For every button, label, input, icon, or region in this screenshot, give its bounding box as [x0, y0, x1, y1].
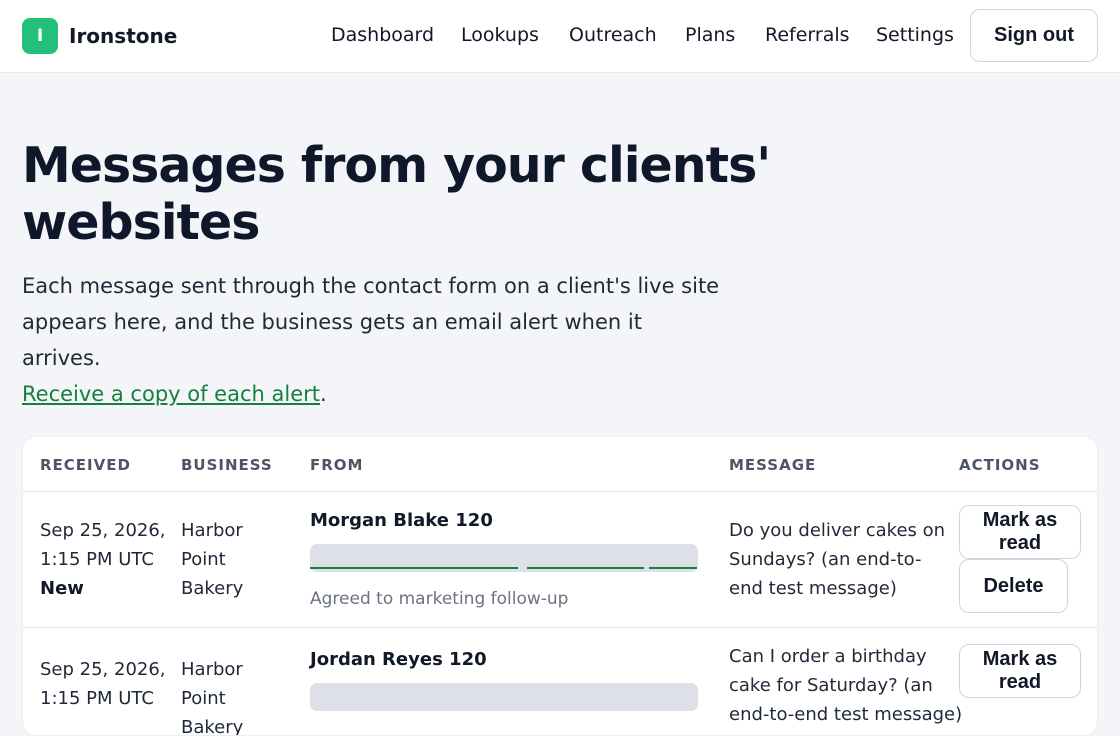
message-cell: Can I order a birthday cake for Saturday…: [729, 642, 962, 729]
nav-plans[interactable]: Plans: [685, 24, 735, 46]
nav-lookups[interactable]: Lookups: [461, 24, 539, 46]
column-header-business: BUSINESS: [181, 456, 273, 474]
row-divider: [23, 627, 1097, 628]
business-name-line: Bakery: [181, 578, 244, 599]
message-line: end-to-end test message): [729, 704, 963, 725]
receive-alert-copy-link[interactable]: Receive a copy of each alert: [22, 382, 320, 406]
sign-out-button[interactable]: Sign out: [970, 9, 1098, 62]
main-nav: Dashboard Lookups Outreach Plans Referra…: [0, 24, 1120, 50]
received-time: 1:15 PM UTC: [40, 688, 154, 709]
business-cell: Harbor Point Bakery: [181, 655, 244, 736]
message-line: end test message): [729, 578, 897, 599]
header-divider: [23, 491, 1097, 492]
received-time: 1:15 PM UTC: [40, 549, 154, 570]
delete-button[interactable]: Delete: [959, 559, 1068, 613]
column-header-received: RECEIVED: [40, 456, 131, 474]
status-badge: New: [40, 578, 84, 599]
received-cell: Sep 25, 2026, 1:15 PM UTC: [40, 655, 166, 713]
message-line: cake for Saturday? (an: [729, 675, 933, 696]
business-cell: Harbor Point Bakery: [181, 516, 243, 603]
sender-name: Jordan Reyes 120: [310, 649, 487, 670]
nav-outreach[interactable]: Outreach: [569, 24, 657, 46]
nav-settings[interactable]: Settings: [876, 24, 954, 46]
nav-dashboard[interactable]: Dashboard: [331, 24, 434, 46]
page-title: Messages from your clients' websites: [22, 137, 771, 251]
consent-note: Agreed to marketing follow-up: [310, 589, 569, 609]
page-intro: Each message sent through the contact fo…: [22, 268, 722, 412]
message-line: Sundays? (an end-to-: [729, 549, 922, 570]
messages-table: RECEIVED BUSINESS FROM MESSAGE ACTIONS S…: [22, 436, 1098, 736]
column-header-from: FROM: [310, 456, 364, 474]
received-date: Sep 25, 2026,: [40, 659, 166, 680]
mark-as-read-button[interactable]: Mark as read: [959, 644, 1081, 698]
sender-name: Morgan Blake 120: [310, 510, 493, 531]
business-name-line: Point: [181, 688, 226, 709]
column-header-actions: ACTIONS: [959, 456, 1041, 474]
received-date: Sep 25, 2026,: [40, 520, 166, 541]
business-name-line: Harbor: [181, 659, 243, 680]
redacted-link-underline: [649, 567, 697, 569]
redacted-link-underline: [310, 567, 518, 569]
top-navigation-bar: I Ironstone Dashboard Lookups Outreach P…: [0, 0, 1120, 73]
message-cell: Do you deliver cakes on Sundays? (an end…: [729, 516, 945, 603]
message-line: Can I order a birthday: [729, 646, 927, 667]
mark-as-read-button[interactable]: Mark as read: [959, 505, 1081, 559]
business-name-line: Point: [181, 549, 226, 570]
intro-text: Each message sent through the contact fo…: [22, 274, 720, 370]
redacted-contact-details: [310, 683, 698, 711]
business-name-line: Harbor: [181, 520, 243, 541]
nav-referrals[interactable]: Referrals: [765, 24, 850, 46]
message-line: Do you deliver cakes on: [729, 520, 946, 541]
intro-link-suffix: .: [320, 382, 327, 406]
redacted-link-underline: [527, 567, 644, 569]
redacted-contact-details: [310, 544, 698, 572]
business-name-line: Bakery: [181, 717, 244, 736]
column-header-message: MESSAGE: [729, 456, 817, 474]
received-cell: Sep 25, 2026, 1:15 PM UTC New: [40, 516, 166, 603]
